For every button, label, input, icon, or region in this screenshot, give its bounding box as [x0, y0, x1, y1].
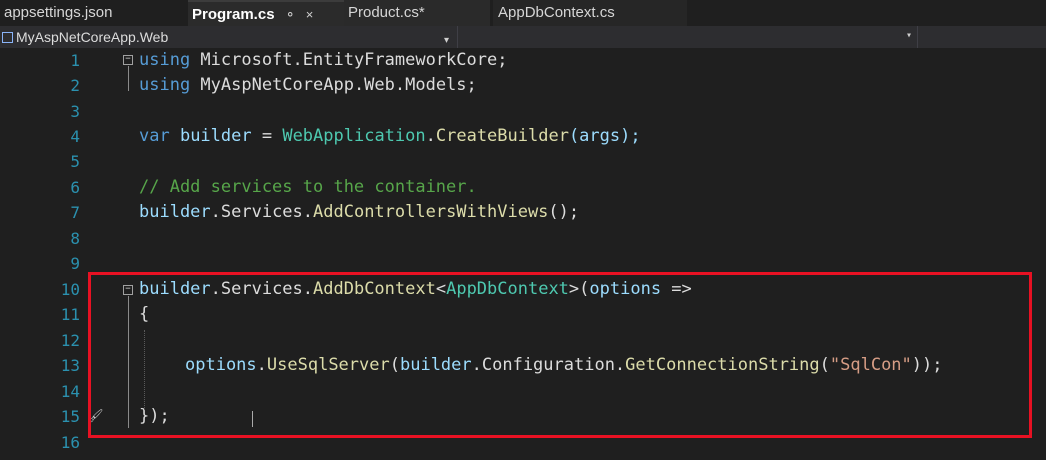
code-line: 7 builder.Services.AddControllersWithVie…	[0, 200, 1046, 225]
line-number: 14	[60, 382, 80, 401]
code-line: 2 using MyAspNetCoreApp.Web.Models;	[0, 73, 1046, 98]
code-text: using MyAspNetCoreApp.Web.Models;	[139, 75, 477, 95]
line-number: 5	[70, 152, 80, 171]
code-line: 1 using Microsoft.EntityFrameworkCore;	[0, 48, 1046, 73]
pin-icon[interactable]: ⚬	[285, 7, 296, 22]
line-number: 8	[70, 229, 80, 248]
highlight-box	[88, 272, 1032, 438]
line-number: 16	[60, 433, 80, 452]
project-name: MyAspNetCoreApp.Web	[16, 29, 169, 45]
fold-line	[128, 66, 129, 91]
code-line: 8	[0, 226, 1046, 251]
line-number: 11	[60, 305, 80, 324]
code-text: builder.Services.AddControllersWithViews…	[139, 202, 580, 222]
tab-label: Program.cs	[192, 6, 275, 23]
code-text: using Microsoft.EntityFrameworkCore;	[139, 50, 508, 70]
line-number: 4	[70, 127, 80, 146]
code-line: 4 var builder = WebApplication.CreateBui…	[0, 124, 1046, 149]
tab-label: Product.cs*	[348, 4, 425, 21]
close-icon[interactable]: ×	[306, 7, 314, 22]
code-line: 6 // Add services to the container.	[0, 175, 1046, 200]
tab-appsettings-json[interactable]: appsettings.json	[0, 0, 188, 26]
navigation-bar: MyAspNetCoreApp.Web ▾ ▾	[0, 26, 1046, 49]
line-number: 13	[60, 356, 80, 375]
collapse-icon[interactable]: −	[123, 55, 133, 65]
type-dropdown[interactable]: ▾	[458, 26, 918, 48]
line-number: 6	[70, 178, 80, 197]
line-number: 1	[70, 51, 80, 70]
code-line: 5	[0, 149, 1046, 174]
csharp-project-icon	[2, 32, 13, 43]
tab-label: AppDbContext.cs	[498, 4, 615, 21]
tab-product-cs[interactable]: Product.cs*	[344, 0, 490, 26]
line-number: 10	[60, 280, 80, 299]
line-number: 9	[70, 254, 80, 273]
project-dropdown[interactable]: MyAspNetCoreApp.Web ▾	[0, 26, 458, 48]
line-number: 2	[70, 76, 80, 95]
line-number: 15	[60, 407, 80, 426]
chevron-down-icon: ▾	[906, 30, 913, 41]
code-comment: // Add services to the container.	[139, 177, 477, 197]
code-text: var builder = WebApplication.CreateBuild…	[139, 126, 641, 146]
code-line: 3	[0, 99, 1046, 124]
line-number: 3	[70, 102, 80, 121]
tab-program-cs[interactable]: Program.cs ⚬ ×	[188, 0, 344, 26]
tab-appdbcontext-cs[interactable]: AppDbContext.cs	[493, 0, 687, 26]
document-tab-strip: appsettings.json Program.cs ⚬ × Product.…	[0, 0, 1046, 26]
tab-label: appsettings.json	[4, 4, 113, 21]
line-number: 12	[60, 331, 80, 350]
line-number: 7	[70, 203, 80, 222]
